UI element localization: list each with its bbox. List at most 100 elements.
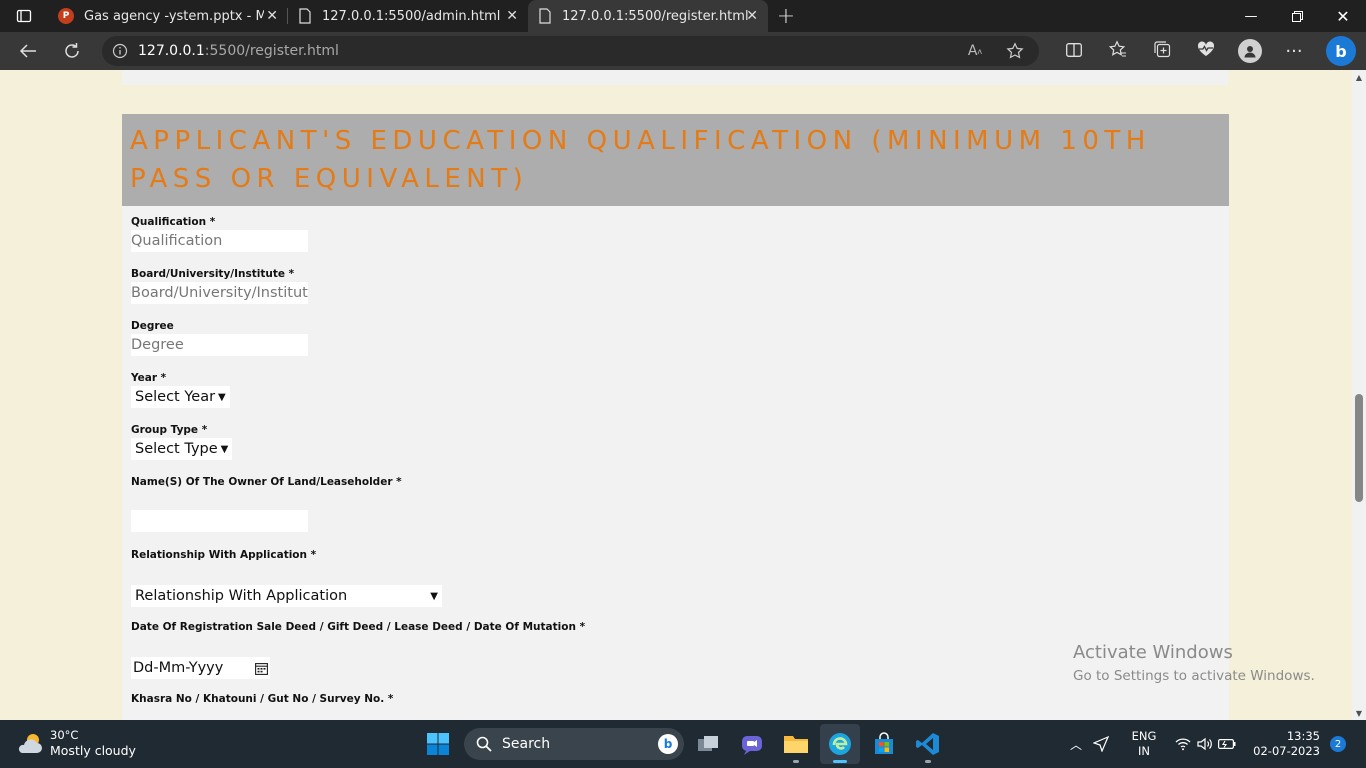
- settings-menu-button[interactable]: ···: [1272, 32, 1316, 70]
- year-label: Year *: [131, 372, 167, 384]
- tab-actions-button[interactable]: [0, 0, 48, 32]
- read-aloud-icon[interactable]: Aʌ: [955, 36, 995, 66]
- registration-date-input[interactable]: Dd-Mm-Yyyy: [131, 657, 270, 679]
- minimize-button[interactable]: —: [1228, 0, 1274, 32]
- edge-icon: [829, 733, 851, 755]
- edge-button[interactable]: [820, 724, 860, 764]
- board-input[interactable]: Board/University/Institute: [131, 282, 308, 304]
- language-region: IN: [1138, 744, 1150, 758]
- battery-icon[interactable]: [1216, 738, 1238, 750]
- tab-actions-icon: [16, 9, 32, 23]
- cloudy-weather-icon: [18, 734, 42, 753]
- back-button[interactable]: [6, 32, 50, 70]
- tab-title: 127.0.0.1:5500/register.html: [562, 8, 749, 24]
- activate-windows-watermark: Activate Windows Go to Settings to activ…: [1073, 642, 1315, 684]
- qualification-input[interactable]: Qualification: [131, 230, 308, 252]
- tab-bar: P Gas agency -ystem.pptx - Micros ✕ 127.…: [0, 0, 1366, 32]
- bing-chat-button[interactable]: b: [1316, 32, 1366, 70]
- favorites-icon: [1108, 40, 1127, 62]
- bing-icon: b: [1326, 36, 1356, 66]
- collections-icon: [1153, 40, 1171, 62]
- refresh-button[interactable]: [50, 32, 94, 70]
- tab-title: Gas agency -ystem.pptx - Micros: [84, 8, 264, 24]
- folder-icon: [784, 736, 808, 753]
- scroll-down-icon[interactable]: ▼: [1352, 706, 1366, 720]
- right-toolbar: ··· b: [1052, 32, 1366, 70]
- minimize-icon: —: [1244, 8, 1258, 24]
- chevron-up-icon[interactable]: ︿: [1066, 736, 1086, 753]
- khasra-label: Khasra No / Khatouni / Gut No / Survey N…: [131, 693, 394, 705]
- close-tab-icon[interactable]: ✕: [746, 8, 758, 24]
- tab-admin[interactable]: 127.0.0.1:5500/admin.html ✕: [288, 0, 528, 32]
- year-select[interactable]: Select Year ▼: [131, 386, 230, 408]
- wifi-icon[interactable]: [1172, 737, 1194, 751]
- page-viewport: Applicant's Education Qualification (Min…: [0, 70, 1352, 720]
- close-tab-icon[interactable]: ✕: [506, 8, 518, 24]
- calendar-icon[interactable]: [255, 662, 268, 675]
- restore-button[interactable]: [1274, 0, 1320, 32]
- chevron-down-icon: ▼: [220, 443, 229, 455]
- address-bar[interactable]: 127.0.0.1:5500/register.html Aʌ: [102, 36, 1039, 66]
- page-icon: [299, 8, 311, 24]
- close-window-button[interactable]: ✕: [1320, 0, 1366, 32]
- taskbar-search[interactable]: Search b: [464, 728, 684, 760]
- vscode-icon: [916, 733, 939, 755]
- group-type-label: Group Type *: [131, 424, 208, 436]
- previous-section-bottom: [122, 70, 1228, 85]
- owner-input[interactable]: [131, 510, 308, 532]
- store-icon: [875, 732, 893, 754]
- watermark-title: Activate Windows: [1073, 642, 1233, 663]
- bing-icon: b: [658, 734, 678, 754]
- heart-pulse-icon: [1197, 41, 1215, 61]
- section-heading: Applicant's Education Qualification (Min…: [130, 126, 1151, 194]
- more-dots-icon: ···: [1285, 40, 1303, 62]
- browser-essentials-button[interactable]: [1184, 32, 1228, 70]
- volume-icon[interactable]: [1194, 737, 1216, 751]
- notification-badge[interactable]: 2: [1330, 736, 1346, 752]
- new-tab-button[interactable]: +: [768, 0, 804, 32]
- owner-label: Name(S) Of The Owner Of Land/Leaseholder…: [131, 476, 402, 488]
- location-arrow-icon[interactable]: [1086, 736, 1116, 752]
- language-code: ENG: [1131, 729, 1157, 743]
- favorite-star-icon[interactable]: [995, 36, 1035, 66]
- watermark-subtitle: Go to Settings to activate Windows.: [1073, 668, 1315, 684]
- restore-icon: [1291, 10, 1303, 22]
- page-icon: [539, 8, 551, 24]
- weather-widget[interactable]: 30°C Mostly cloudy: [16, 728, 136, 758]
- task-view-icon: [698, 736, 718, 751]
- profile-button[interactable]: [1228, 32, 1272, 70]
- search-label: Search: [502, 736, 551, 752]
- file-explorer-button[interactable]: [776, 724, 816, 764]
- weather-desc: Mostly cloudy: [50, 743, 136, 758]
- system-tray: ︿ ENG IN 13:35 02-07-2023 2: [1066, 720, 1346, 768]
- vertical-scrollbar[interactable]: ▲ ▼: [1352, 70, 1366, 720]
- relationship-label: Relationship With Application *: [131, 549, 317, 561]
- vscode-button[interactable]: [908, 724, 948, 764]
- task-view-button[interactable]: [688, 724, 728, 764]
- degree-label: Degree: [131, 320, 174, 332]
- teams-chat-button[interactable]: [732, 724, 772, 764]
- favorites-button[interactable]: [1096, 32, 1140, 70]
- start-button[interactable]: [418, 724, 458, 764]
- split-screen-icon: [1066, 42, 1082, 61]
- clock-time: 13:35: [1286, 729, 1320, 743]
- tab-register[interactable]: 127.0.0.1:5500/register.html ✕: [528, 0, 768, 32]
- group-type-select[interactable]: Select Type ▼: [131, 438, 233, 460]
- degree-input[interactable]: Degree: [131, 334, 308, 356]
- collections-button[interactable]: [1140, 32, 1184, 70]
- relationship-select[interactable]: Relationship With Application ▼: [131, 585, 442, 607]
- plus-icon: +: [776, 3, 796, 29]
- back-arrow-icon: [19, 44, 36, 58]
- microsoft-store-button[interactable]: [864, 724, 904, 764]
- close-tab-icon[interactable]: ✕: [266, 8, 278, 24]
- relationship-selected-value: Relationship With Application: [135, 588, 348, 604]
- chat-icon: [742, 736, 762, 755]
- info-icon[interactable]: [102, 43, 138, 59]
- tab-powerpoint[interactable]: P Gas agency -ystem.pptx - Micros ✕: [48, 0, 288, 32]
- scroll-up-icon[interactable]: ▲: [1352, 70, 1366, 84]
- clock[interactable]: 13:35 02-07-2023: [1240, 729, 1320, 759]
- scrollbar-thumb[interactable]: [1355, 394, 1363, 502]
- language-indicator[interactable]: ENG IN: [1116, 729, 1172, 759]
- chevron-down-icon: ▼: [430, 590, 438, 602]
- split-screen-button[interactable]: [1052, 32, 1096, 70]
